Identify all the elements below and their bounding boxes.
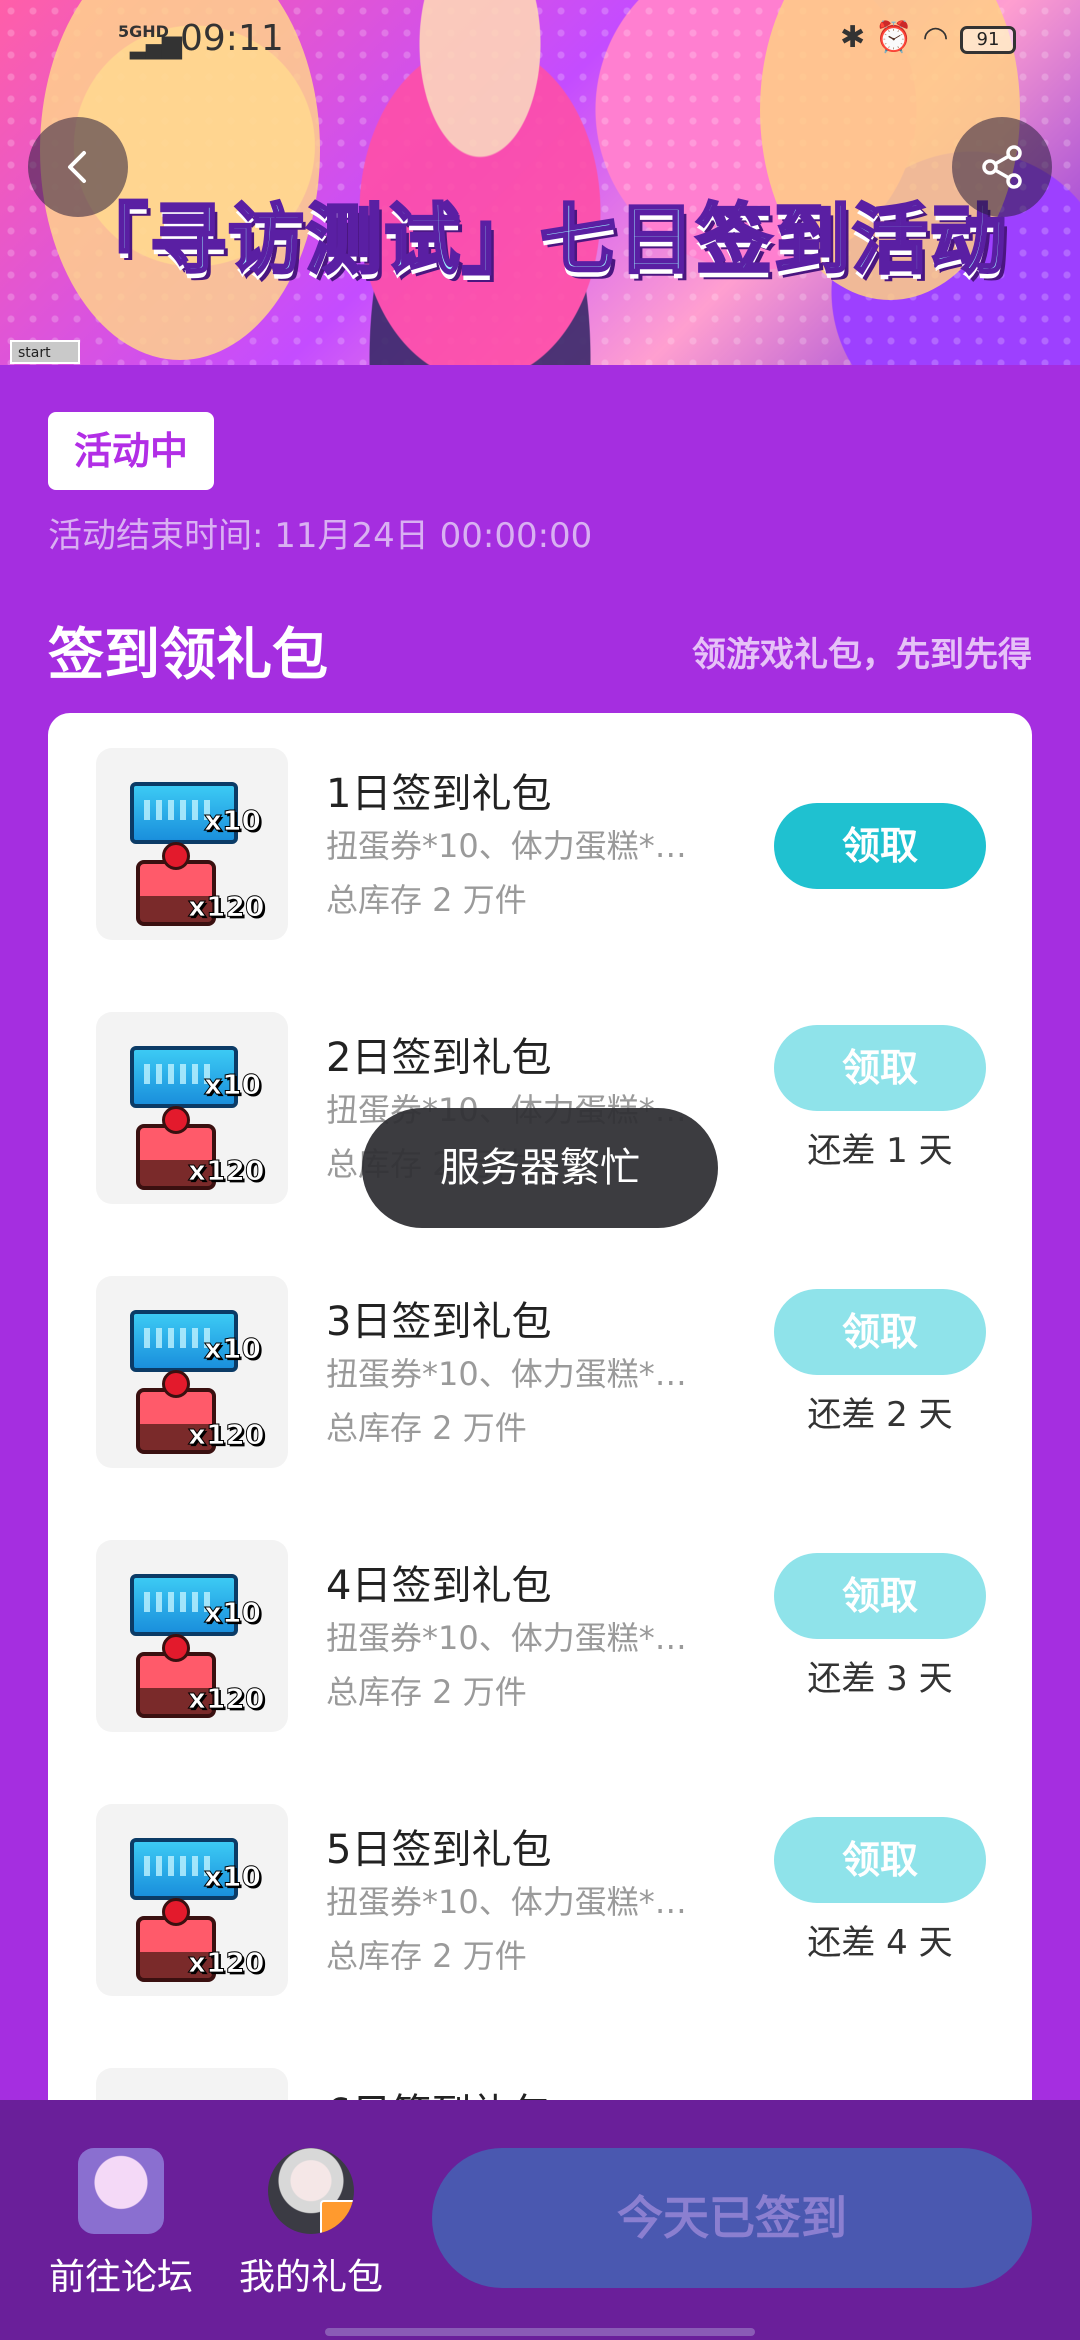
ticket-quantity: x10: [203, 1860, 262, 1894]
bluetooth-icon: ✱: [840, 20, 876, 55]
days-remaining: 还差 4 天: [807, 1923, 953, 1963]
gift-stock: 总库存 2 万件: [326, 1409, 527, 1447]
gift-row-4: x10 x120 4日签到礼包 扭蛋券*10、体力蛋糕*… 总库存 2 万件 领…: [48, 1505, 1032, 1769]
banner-start-label: start: [10, 340, 80, 364]
cake-quantity: x120: [188, 1154, 266, 1188]
claim-button[interactable]: 领取: [774, 1553, 986, 1639]
wifi-icon: ◠: [922, 20, 959, 55]
gift-title: 3日签到礼包: [326, 1299, 552, 1345]
section-subtitle: 领游戏礼包，先到先得: [692, 635, 1032, 675]
battery-icon: 91: [960, 26, 1016, 54]
banner-title: 「寻访测试」七日签到活动: [71, 194, 1008, 286]
gift-description: 扭蛋券*10、体力蛋糕*…: [326, 827, 687, 865]
gift-box-icon: [320, 2200, 354, 2234]
gift-thumbnail: x10 x120: [96, 1540, 288, 1732]
home-indicator: [325, 2328, 755, 2336]
gift-thumbnail: x10 x120: [96, 1276, 288, 1468]
claim-button[interactable]: 领取: [774, 1289, 986, 1375]
forum-link[interactable]: 前往论坛: [26, 2148, 216, 2300]
gift-row-1: x10 x120 1日签到礼包 扭蛋券*10、体力蛋糕*… 总库存 2 万件 领…: [48, 713, 1032, 977]
gift-stock: 总库存 2 万件: [326, 881, 527, 919]
toast-message: 服务器繁忙: [362, 1108, 718, 1228]
days-remaining: 还差 1 天: [807, 1131, 953, 1171]
signal-icon: ▂▄▆: [130, 30, 182, 60]
forum-icon: [78, 2148, 164, 2234]
status-time: 09:11: [180, 18, 284, 59]
days-remaining: 还差 3 天: [807, 1659, 953, 1699]
section-title: 签到领礼包: [48, 623, 328, 688]
gift-title: 2日签到礼包: [326, 1035, 552, 1081]
gift-thumbnail: x10 x120: [96, 1804, 288, 1996]
gift-list-card: x10 x120 1日签到礼包 扭蛋券*10、体力蛋糕*… 总库存 2 万件 领…: [48, 713, 1032, 2213]
cake-quantity: x120: [188, 1682, 266, 1716]
gift-description: 扭蛋券*10、体力蛋糕*…: [326, 1355, 687, 1393]
ticket-quantity: x10: [203, 804, 262, 838]
share-icon: [982, 145, 1022, 189]
gift-title: 1日签到礼包: [326, 771, 552, 817]
cake-quantity: x120: [188, 1418, 266, 1452]
my-gifts-link[interactable]: 我的礼包: [216, 2148, 406, 2300]
gift-stock: 总库存 2 万件: [326, 1673, 527, 1711]
gift-title: 4日签到礼包: [326, 1563, 552, 1609]
my-gifts-label: 我的礼包: [238, 2257, 383, 2298]
share-button[interactable]: [952, 117, 1052, 217]
status-icons: ✱⏰◠: [840, 20, 959, 55]
cake-quantity: x120: [188, 1946, 266, 1980]
ticket-quantity: x10: [203, 1068, 262, 1102]
status-badge: 活动中: [48, 412, 215, 490]
alarm-icon: ⏰: [875, 20, 923, 55]
ticket-quantity: x10: [203, 1596, 262, 1630]
gift-description: 扭蛋券*10、体力蛋糕*…: [326, 1883, 687, 1921]
gift-title: 5日签到礼包: [326, 1827, 552, 1873]
avatar-icon: [268, 2148, 354, 2234]
gift-thumbnail: x10 x120: [96, 748, 288, 940]
status-bar: 5GHD ▂▄▆ 09:11 ✱⏰◠ 91: [0, 0, 1080, 80]
event-end-time: 活动结束时间: 11月24日 00:00:00: [48, 516, 593, 556]
claim-button[interactable]: 领取: [774, 1025, 986, 1111]
days-remaining: 还差 2 天: [807, 1395, 953, 1435]
gift-thumbnail: x10 x120: [96, 1012, 288, 1204]
back-button[interactable]: [28, 117, 128, 217]
chevron-left-icon: [68, 151, 86, 183]
claim-button[interactable]: 领取: [774, 803, 986, 889]
gift-row-5: x10 x120 5日签到礼包 扭蛋券*10、体力蛋糕*… 总库存 2 万件 领…: [48, 1769, 1032, 2033]
ticket-quantity: x10: [203, 1332, 262, 1366]
gift-description: 扭蛋券*10、体力蛋糕*…: [326, 1619, 687, 1657]
signed-in-button[interactable]: 今天已签到: [432, 2148, 1032, 2288]
gift-stock: 总库存 2 万件: [326, 1937, 527, 1975]
forum-label: 前往论坛: [48, 2257, 193, 2298]
claim-button[interactable]: 领取: [774, 1817, 986, 1903]
gift-row-3: x10 x120 3日签到礼包 扭蛋券*10、体力蛋糕*… 总库存 2 万件 领…: [48, 1241, 1032, 1505]
cake-quantity: x120: [188, 890, 266, 924]
bottom-action-bar: 前往论坛 我的礼包 今天已签到: [0, 2100, 1080, 2340]
